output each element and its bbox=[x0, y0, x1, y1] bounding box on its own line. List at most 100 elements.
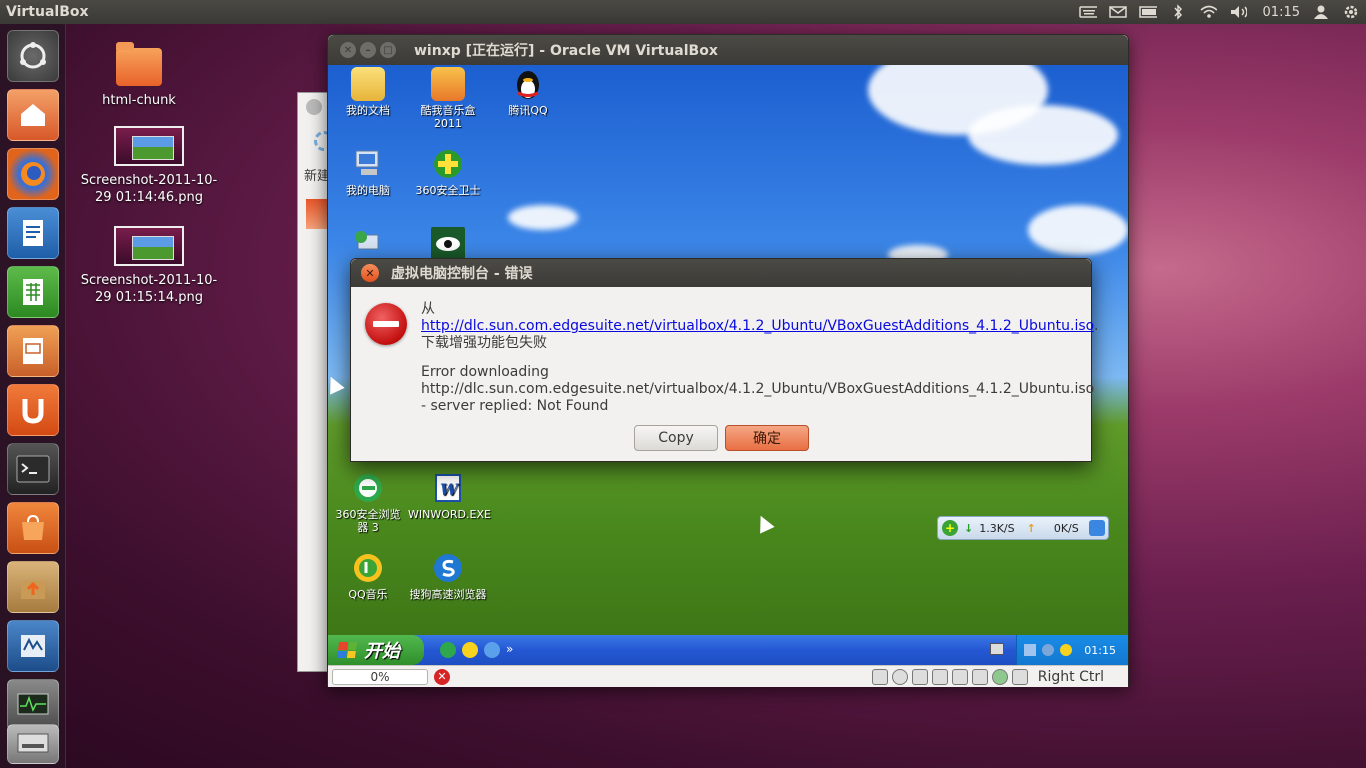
network-globe-icon bbox=[351, 227, 385, 261]
panel-clock[interactable]: 01:15 bbox=[1263, 5, 1300, 20]
guest-icon-360-safe[interactable]: 360安全卫士 bbox=[408, 147, 488, 197]
keyboard-icon[interactable] bbox=[1078, 5, 1097, 19]
desktop-icon-folder[interactable]: html-chunk bbox=[74, 42, 204, 109]
wifi-icon[interactable] bbox=[1199, 5, 1217, 19]
maximize-icon[interactable]: □ bbox=[380, 42, 396, 58]
libreoffice-writer-icon[interactable] bbox=[7, 207, 59, 259]
host-key-arrow-icon[interactable] bbox=[1011, 669, 1028, 685]
home-folder-icon[interactable] bbox=[7, 89, 59, 141]
desktop-icon-screenshot-2[interactable]: Screenshot-2011-10-29 01:15:14.png bbox=[81, 226, 217, 306]
ubuntu-one-icon[interactable] bbox=[7, 384, 59, 436]
ie-quicklaunch-icon[interactable] bbox=[484, 642, 500, 658]
virtualbox-titlebar[interactable]: ✕ – □ winxp [正在运行] - Oracle VM VirtualBo… bbox=[328, 35, 1128, 65]
minimize-icon[interactable]: – bbox=[360, 42, 376, 58]
close-icon[interactable]: ✕ bbox=[361, 264, 379, 282]
guest-icon-label: 酷我音乐盒2011 bbox=[420, 104, 476, 130]
guest-icon-label: 搜狗高速浏览器 bbox=[409, 588, 487, 601]
chevron-right-icon[interactable]: » bbox=[506, 642, 516, 658]
network-tray-icon[interactable] bbox=[1024, 644, 1037, 656]
volume-icon[interactable] bbox=[1229, 5, 1247, 19]
360-tray-icon[interactable] bbox=[1060, 644, 1073, 656]
guest-icon-label: 360安全浏览器 3 bbox=[335, 508, 401, 534]
360-safe-icon bbox=[431, 147, 465, 181]
sogou-browser-icon bbox=[431, 551, 465, 585]
cloud bbox=[508, 205, 578, 230]
ok-button[interactable]: 确定 bbox=[725, 425, 809, 451]
display-icon[interactable] bbox=[971, 669, 988, 685]
qq-music-icon bbox=[351, 551, 385, 585]
guest-icon-qq-music[interactable]: QQ音乐 bbox=[328, 551, 408, 601]
guest-icon-my-documents[interactable]: 我的文档 bbox=[328, 67, 408, 117]
firefox-icon[interactable] bbox=[7, 148, 59, 200]
guest-icon-label: 我的文档 bbox=[346, 104, 390, 117]
download-url-link[interactable]: http://dlc.sun.com.edgesuite.net/virtual… bbox=[421, 318, 1094, 334]
guest-taskbar: 开始 » 01:15 bbox=[328, 635, 1128, 665]
dialog-title: 虚拟电脑控制台 - 错误 bbox=[391, 266, 533, 282]
keyboard-tray-icon[interactable] bbox=[990, 643, 1004, 655]
music-box-icon bbox=[431, 67, 465, 101]
360-browser-icon bbox=[351, 471, 385, 505]
quick-launch: » bbox=[440, 642, 516, 658]
mail-icon[interactable] bbox=[1108, 5, 1127, 19]
tray-clock[interactable]: 01:15 bbox=[1084, 644, 1116, 657]
shared-folder-icon[interactable] bbox=[951, 669, 968, 685]
start-label: 开始 bbox=[364, 641, 400, 662]
guest-icon-kuwo-music[interactable]: 酷我音乐盒2011 bbox=[408, 67, 488, 130]
guest-icon-label: QQ音乐 bbox=[348, 588, 388, 601]
usb-icon[interactable] bbox=[911, 669, 928, 685]
battery-icon[interactable] bbox=[1138, 5, 1157, 19]
libreoffice-calc-icon[interactable] bbox=[7, 266, 59, 318]
libreoffice-impress-icon[interactable] bbox=[7, 325, 59, 377]
terminal-icon[interactable] bbox=[7, 443, 59, 495]
image-thumbnail-icon bbox=[114, 126, 184, 166]
update-manager-icon[interactable] bbox=[7, 561, 59, 613]
ubuntu-dash-icon[interactable] bbox=[7, 30, 59, 82]
360-safe-quicklaunch-icon[interactable] bbox=[462, 642, 478, 658]
system-tool-icon[interactable] bbox=[7, 724, 59, 764]
guest-icon-label: 360安全卫士 bbox=[415, 184, 481, 197]
mouse-pointer-icon bbox=[753, 512, 775, 534]
desktop-icon-screenshot-1[interactable]: Screenshot-2011-10-29 01:14:46.png bbox=[81, 126, 217, 206]
360-browser-quicklaunch-icon[interactable] bbox=[440, 642, 456, 658]
error-stop-icon bbox=[365, 303, 407, 345]
message-from: 从 bbox=[421, 301, 435, 317]
bluetooth-icon[interactable] bbox=[1169, 4, 1187, 20]
download-progress: 0% bbox=[332, 668, 428, 685]
guest-icon-360-browser[interactable]: 360安全浏览器 3 bbox=[328, 471, 408, 534]
top-panel: VirtualBox 01:15 bbox=[0, 0, 1366, 24]
ie-icon[interactable] bbox=[1088, 520, 1105, 536]
network-speed-widget[interactable]: + ↓ 1.3K/S ↑ 0K/S bbox=[937, 516, 1109, 540]
device-indicators: Right Ctrl bbox=[871, 666, 1104, 688]
optical-drive-icon[interactable] bbox=[891, 669, 908, 685]
network-adapter-icon[interactable] bbox=[931, 669, 948, 685]
guest-icon-winword[interactable]: W WINWORD.EXE bbox=[408, 471, 491, 521]
guest-icon-my-computer[interactable]: 我的电脑 bbox=[328, 147, 408, 197]
copy-button[interactable]: Copy bbox=[634, 425, 718, 451]
guest-icon-label: 腾讯QQ bbox=[508, 104, 548, 117]
close-icon[interactable]: ✕ bbox=[340, 42, 356, 58]
windows-flag-icon bbox=[336, 642, 358, 658]
cancel-download-icon[interactable]: ✕ bbox=[434, 668, 450, 685]
virtualbox-statusbar: 0% ✕ Right Ctrl bbox=[328, 665, 1128, 687]
hard-disk-icon[interactable] bbox=[871, 669, 888, 685]
dialog-titlebar[interactable]: ✕ 虚拟电脑控制台 - 错误 bbox=[351, 259, 1091, 287]
background-window-close-icon[interactable] bbox=[306, 99, 322, 115]
guest-icon-sogou-browser[interactable]: 搜狗高速浏览器 bbox=[408, 551, 488, 601]
power-gear-icon[interactable] bbox=[1342, 5, 1360, 19]
computer-icon bbox=[351, 147, 385, 181]
start-button[interactable]: 开始 bbox=[328, 635, 424, 665]
mouse-integration-icon[interactable] bbox=[991, 669, 1008, 685]
launcher bbox=[0, 24, 66, 768]
upload-arrow-icon: ↑ bbox=[1026, 521, 1036, 535]
guest-icon-qq[interactable]: 腾讯QQ bbox=[488, 67, 568, 117]
error-dialog[interactable]: ✕ 虚拟电脑控制台 - 错误 从 http://dlc.sun.com.edge… bbox=[350, 258, 1098, 462]
detail-server-reply: - server replied: Not Found bbox=[421, 398, 609, 414]
download-speed: 1.3K/S bbox=[979, 521, 1015, 535]
cloud bbox=[1028, 205, 1128, 255]
user-icon[interactable] bbox=[1312, 5, 1330, 19]
message-failure: 下载增强功能包失败 bbox=[421, 335, 547, 351]
virtualbox-icon[interactable] bbox=[7, 620, 59, 672]
volume-tray-icon[interactable] bbox=[1042, 644, 1055, 656]
window-title: winxp [正在运行] - Oracle VM VirtualBox bbox=[414, 43, 718, 59]
software-center-icon[interactable] bbox=[7, 502, 59, 554]
